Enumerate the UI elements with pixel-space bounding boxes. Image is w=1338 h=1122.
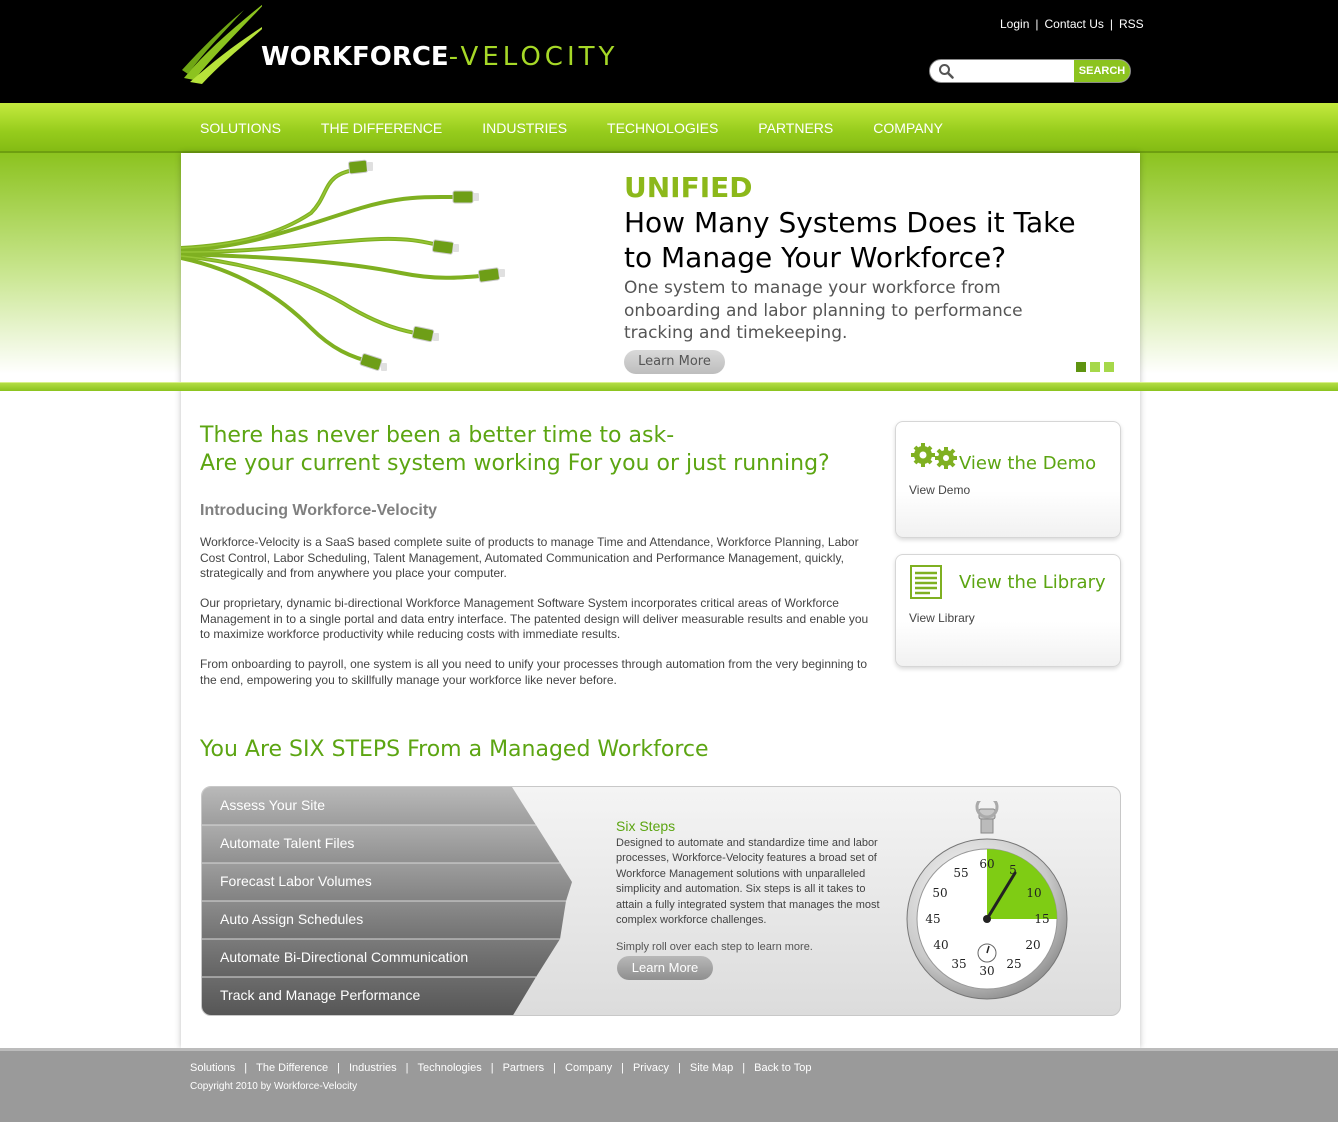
separator: | <box>1035 17 1039 31</box>
logo-text-workforce: WORKFORCE <box>261 42 449 72</box>
intro-paragraph-1: Workforce-Velocity is a SaaS based compl… <box>200 535 859 580</box>
hero-subtitle: One system to manage your workforce from… <box>624 278 1023 343</box>
nav-item-industries[interactable]: INDUSTRIES <box>482 120 567 136</box>
copyright-text: Copyright 2010 by Workforce-Velocity <box>190 1081 358 1092</box>
view-demo-title[interactable]: View the Demo <box>959 453 1096 474</box>
view-demo-box[interactable]: View the Demo View Demo <box>895 421 1121 538</box>
stopwatch-number-55: 55 <box>953 866 968 880</box>
steps-arrow-menu <box>202 787 572 1015</box>
footer-link-site-map[interactable]: Site Map <box>690 1062 733 1074</box>
rss-link[interactable]: RSS <box>1119 17 1144 31</box>
step-auto-assign-schedules[interactable]: Auto Assign Schedules <box>220 911 363 927</box>
step-track-performance[interactable]: Track and Manage Performance <box>220 987 420 1003</box>
separator: | <box>244 1062 248 1074</box>
footer-links: Solutions | The Difference | Industries | Tech… <box>190 1062 811 1074</box>
step-automate-talent-files[interactable]: Automate Talent Files <box>220 835 354 851</box>
stopwatch-number-45: 45 <box>925 912 940 926</box>
footer-link-technologies[interactable]: Technologies <box>418 1062 482 1074</box>
logo-text-velocity: VELOCITY <box>460 42 619 72</box>
intro-headline-line1: There has never been a better time to as… <box>200 423 675 448</box>
stopwatch-number-30: 30 <box>979 964 994 978</box>
view-library-link[interactable]: View Library <box>909 611 975 625</box>
intro-paragraph-3: From onboarding to payroll, one system i… <box>200 657 868 687</box>
slide-indicators <box>1076 362 1118 372</box>
stopwatch-number-50: 50 <box>932 886 947 900</box>
intro-subheading: Introducing Workforce-Velocity <box>200 502 438 519</box>
six-steps-panel: Assess Your Site Automate Talent Files F… <box>201 786 1121 1016</box>
site-header: WORKFORCE-VELOCITY Login | Contact Us | RSS … <box>0 0 1338 103</box>
document-icon <box>910 565 942 599</box>
slide-dot-2[interactable] <box>1090 362 1100 372</box>
nav-item-company[interactable]: COMPANY <box>873 120 943 136</box>
separator: | <box>405 1062 409 1074</box>
slide-dot-3[interactable] <box>1104 362 1114 372</box>
contact-link[interactable]: Contact Us <box>1045 17 1104 31</box>
stopwatch-number-20: 20 <box>1025 938 1040 952</box>
slide-dot-1[interactable] <box>1076 362 1086 372</box>
separator: | <box>1109 17 1113 31</box>
nav-item-technologies[interactable]: TECHNOLOGIES <box>607 120 718 136</box>
logo-text-dash: - <box>448 42 461 72</box>
separator: | <box>621 1062 624 1074</box>
footer-link-privacy[interactable]: Privacy <box>633 1062 669 1074</box>
view-library-title[interactable]: View the Library <box>959 572 1106 593</box>
stopwatch-icon: 60 5 10 15 20 25 30 35 40 45 50 55 <box>906 801 1068 1000</box>
main-nav: SOLUTIONS THE DIFFERENCE INDUSTRIES TECH… <box>0 103 1338 153</box>
hero-title: How Many Systems Does it Take to Manage … <box>624 206 1076 274</box>
network-cables-image <box>181 159 505 371</box>
nav-item-the-difference[interactable]: THE DIFFERENCE <box>321 120 442 136</box>
footer-link-the-difference[interactable]: The Difference <box>256 1062 328 1074</box>
intro-headline-line2: Are your current system working For you … <box>200 451 830 476</box>
six-steps-title: Six Steps <box>616 818 676 834</box>
site-footer: Solutions | The Difference | Industries | Tech… <box>0 1048 1338 1122</box>
search-input[interactable] <box>958 63 1076 80</box>
search-bar: SEARCH <box>929 59 1131 83</box>
stopwatch-number-10: 10 <box>1026 886 1041 900</box>
separator: | <box>553 1062 557 1074</box>
search-button[interactable]: SEARCH <box>1074 60 1130 82</box>
intro-headline: There has never been a better time to as… <box>200 422 880 478</box>
nav-item-solutions[interactable]: SOLUTIONS <box>200 120 281 136</box>
gears-icon <box>911 443 957 469</box>
six-steps-hint: Simply roll over each step to learn more… <box>616 941 813 953</box>
view-demo-link[interactable]: View Demo <box>909 483 970 497</box>
separator: | <box>742 1062 746 1074</box>
footer-link-back-to-top[interactable]: Back to Top <box>754 1062 811 1074</box>
steps-learn-more-button[interactable]: Learn More <box>617 956 713 980</box>
stopwatch-number-40: 40 <box>933 938 948 952</box>
view-library-box[interactable]: View the Library View Library <box>895 554 1121 667</box>
footer-link-solutions[interactable]: Solutions <box>190 1062 235 1074</box>
nav-item-partners[interactable]: PARTNERS <box>758 120 833 136</box>
separator: | <box>678 1062 681 1074</box>
hero-learn-more-button[interactable]: Learn More <box>624 350 725 374</box>
logo[interactable]: WORKFORCE-VELOCITY <box>182 0 614 90</box>
login-link[interactable]: Login <box>1000 17 1029 31</box>
separator: | <box>337 1062 340 1074</box>
six-steps-description: Designed to automate and standardize tim… <box>616 837 880 927</box>
step-automate-communication[interactable]: Automate Bi-Directional Communication <box>220 949 468 965</box>
stopwatch-number-25: 25 <box>1006 957 1021 971</box>
step-forecast-labor-volumes[interactable]: Forecast Labor Volumes <box>220 873 372 889</box>
hero-divider <box>0 382 1338 391</box>
search-icon <box>939 64 954 79</box>
step-assess-your-site[interactable]: Assess Your Site <box>220 797 325 813</box>
logo-wordmark: WORKFORCE-VELOCITY <box>261 42 618 72</box>
stopwatch-number-15: 15 <box>1034 912 1049 926</box>
hero-kicker: UNIFIED <box>624 171 753 204</box>
footer-link-company[interactable]: Company <box>565 1062 612 1074</box>
intro-paragraph-2: Our proprietary, dynamic bi-directional … <box>200 596 869 641</box>
footer-link-industries[interactable]: Industries <box>349 1062 397 1074</box>
stopwatch-number-35: 35 <box>951 957 966 971</box>
utility-links: Login | Contact Us | RSS <box>1000 17 1144 31</box>
swoosh-logo-icon <box>182 4 262 84</box>
page: WORKFORCE-VELOCITY Login | Contact Us | RSS … <box>0 0 1338 1122</box>
stopwatch-number-60: 60 <box>979 857 994 871</box>
six-steps-heading: You Are SIX STEPS From a Managed Workfor… <box>200 737 709 762</box>
hero-banner: UNIFIED How Many Systems Does it Take to… <box>181 153 1140 382</box>
separator: | <box>490 1062 494 1074</box>
footer-link-partners[interactable]: Partners <box>503 1062 545 1074</box>
